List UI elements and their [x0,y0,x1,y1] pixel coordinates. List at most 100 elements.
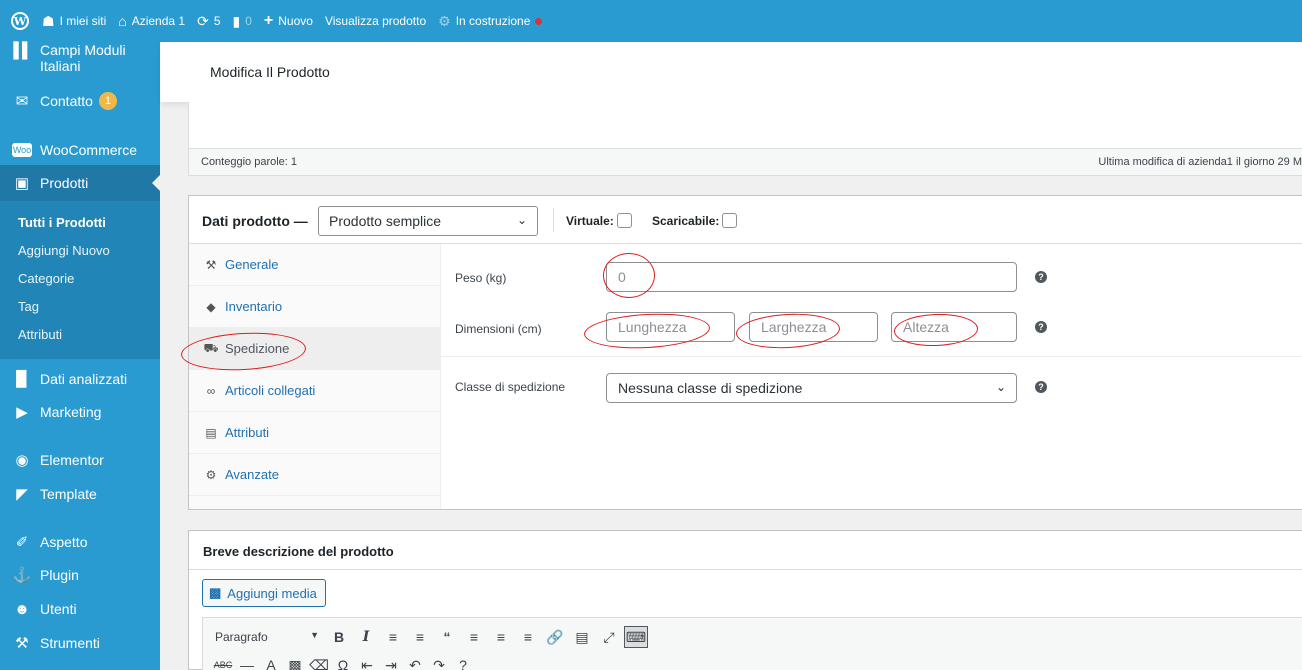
sidebar-item-prodotti[interactable]: ▣ Prodotti [0,165,160,201]
sidebar-item-aspetto[interactable]: ✐ Aspetto [0,527,160,557]
toolbar-toggle-icon[interactable]: ⌨ [624,626,648,648]
tab-label: Inventario [225,299,283,314]
text-color-icon[interactable]: A [259,654,283,670]
bold-icon[interactable]: B [327,626,351,648]
help-icon[interactable]: ? [1035,381,1047,393]
shipping-class-value: Nessuna classe di spedizione [618,380,803,396]
megaphone-icon: ▶ [16,404,28,421]
sidebar-item-elementor[interactable]: ◉ Elementor [0,445,160,475]
under-construction-menu[interactable]: ⚙ In costruzione [432,0,548,42]
updates-icon: ⟳ [197,12,209,29]
sidebar-item-template[interactable]: ◤ Template [0,479,160,509]
users-icon: ☻ [14,600,30,618]
italic-icon[interactable]: I [354,626,378,648]
submenu-aggiungi-nuovo[interactable]: Aggiungi Nuovo [18,243,110,258]
clear-format-icon[interactable]: ⌫ [307,654,331,670]
horizontal-line-icon[interactable]: — [235,654,259,670]
outdent-icon[interactable]: ⇤ [355,654,379,670]
tab-inventario[interactable]: ◆ Inventario [189,286,441,328]
updates-menu[interactable]: ⟳ 5 [191,0,226,42]
align-right-icon[interactable]: ≡ [516,626,540,648]
link-icon[interactable]: 🔗 [543,626,567,648]
format-select[interactable]: Paragrafo ▼ [211,626,323,648]
wordpress-logo-icon[interactable]: W [4,5,36,37]
sidebar-item-utenti[interactable]: ☻ Utenti [0,594,160,624]
length-placeholder: Lunghezza [618,319,687,335]
help-icon[interactable]: ? [451,654,475,670]
fullscreen-icon[interactable]: ⤢ [597,626,621,648]
blockquote-icon[interactable]: “ [435,626,459,648]
redo-icon[interactable]: ↷ [427,654,451,670]
indent-icon[interactable]: ⇥ [379,654,403,670]
short-description-box: Breve descrizione del prodotto ▩ Aggiung… [188,530,1302,670]
bullet-list-icon[interactable]: ≡ [381,626,405,648]
read-more-icon[interactable]: ▤ [570,626,594,648]
chevron-down-icon: ⌄ [995,380,1006,394]
virtual-option[interactable]: Virtuale: [566,213,632,228]
sidebar-item-plugin[interactable]: ⚓ Plugin [0,560,160,590]
my-sites-label: I miei siti [59,14,107,28]
length-input[interactable]: Lunghezza [606,312,735,342]
comments-menu[interactable]: ▮ 0 [227,0,258,42]
virtual-label: Virtuale: [566,213,614,228]
undo-icon[interactable]: ↶ [403,654,427,670]
product-type-select[interactable]: Prodotto semplice ⌄ [318,206,538,236]
product-data-title: Dati prodotto — [202,213,308,229]
product-data-tabs: ⚒ Generale ◆ Inventario ⛟ Spedizione ∞ A… [189,244,441,509]
sidebar-item-label: Dati analizzati [40,371,128,387]
home-icon: ⌂ [118,13,127,29]
sidebar-item-label: Utenti [40,601,77,617]
height-input[interactable]: Altezza [891,312,1017,342]
downloadable-option[interactable]: Scaricabile: [652,213,738,228]
weight-input[interactable]: 0 [606,262,1017,292]
header-divider [553,208,554,232]
submenu-attributi[interactable]: Attributi [18,327,62,342]
tab-label: Attributi [225,425,270,440]
help-icon[interactable]: ? [1035,271,1047,283]
width-input[interactable]: Larghezza [749,312,878,342]
my-sites-menu[interactable]: ☗ I miei siti [36,0,112,42]
status-dot [535,17,543,25]
editor-content-area[interactable] [188,102,1302,149]
submenu-tutti-prodotti[interactable]: Tutti i Prodotti [18,215,106,230]
editor-status-bar: Conteggio parole: 1 Ultima modifica di a… [188,149,1302,176]
sidebar-item-campi-moduli[interactable]: ▌▌ Campi Moduli Italiani [0,42,160,80]
tab-attributi[interactable]: ▤ Attributi [189,412,441,454]
caret-down-icon: ▼ [310,630,319,640]
sidebar-item-contatto[interactable]: ✉ Contatto 1 [0,86,160,116]
chevron-down-icon: ⌄ [516,213,527,227]
gear-icon: ⚙ [205,467,217,482]
tab-spedizione[interactable]: ⛟ Spedizione [189,328,441,370]
last-edit-info: Ultima modifica di azienda1 il giorno 29… [1098,156,1302,168]
site-name-menu[interactable]: ⌂ Azienda 1 [112,0,191,42]
paste-text-icon[interactable]: ▩ [283,654,307,670]
numbered-list-icon[interactable]: ≡ [408,626,432,648]
tab-articoli-collegati[interactable]: ∞ Articoli collegati [189,370,441,412]
tab-label: Spedizione [225,341,290,356]
notification-badge: 1 [98,92,117,110]
shipping-class-label: Classe di spedizione [455,380,566,394]
submenu-tag[interactable]: Tag [18,299,39,314]
align-left-icon[interactable]: ≡ [462,626,486,648]
strikethrough-icon[interactable]: ABC [211,654,235,670]
plugin-block-icon: ▌▌ [13,42,32,59]
media-icon: ▩ [209,585,222,600]
shipping-class-select[interactable]: Nessuna classe di spedizione ⌄ [606,373,1017,403]
sidebar-item-dati-analizzati[interactable]: ▉ Dati analizzati [0,364,160,394]
add-media-button[interactable]: ▩ Aggiungi media [202,579,326,607]
special-char-icon[interactable]: Ω [331,654,355,670]
submenu-categorie[interactable]: Categorie [18,271,74,286]
virtual-checkbox[interactable] [616,213,632,228]
tab-generale[interactable]: ⚒ Generale [189,244,441,286]
downloadable-checkbox[interactable] [722,213,738,228]
sidebar-item-woocommerce[interactable]: Woo WooCommerce [0,135,160,165]
sidebar-item-label: Marketing [40,404,102,420]
tab-avanzate[interactable]: ⚙ Avanzate [189,454,441,496]
tab-label: Avanzate [225,467,279,482]
view-product-link[interactable]: Visualizza prodotto [319,0,432,42]
align-center-icon[interactable]: ≡ [489,626,513,648]
help-icon[interactable]: ? [1035,321,1047,333]
sidebar-item-strumenti[interactable]: ⚒ Strumenti [0,628,160,658]
sidebar-item-marketing[interactable]: ▶ Marketing [0,397,160,427]
new-content-menu[interactable]: + Nuovo [258,0,319,42]
